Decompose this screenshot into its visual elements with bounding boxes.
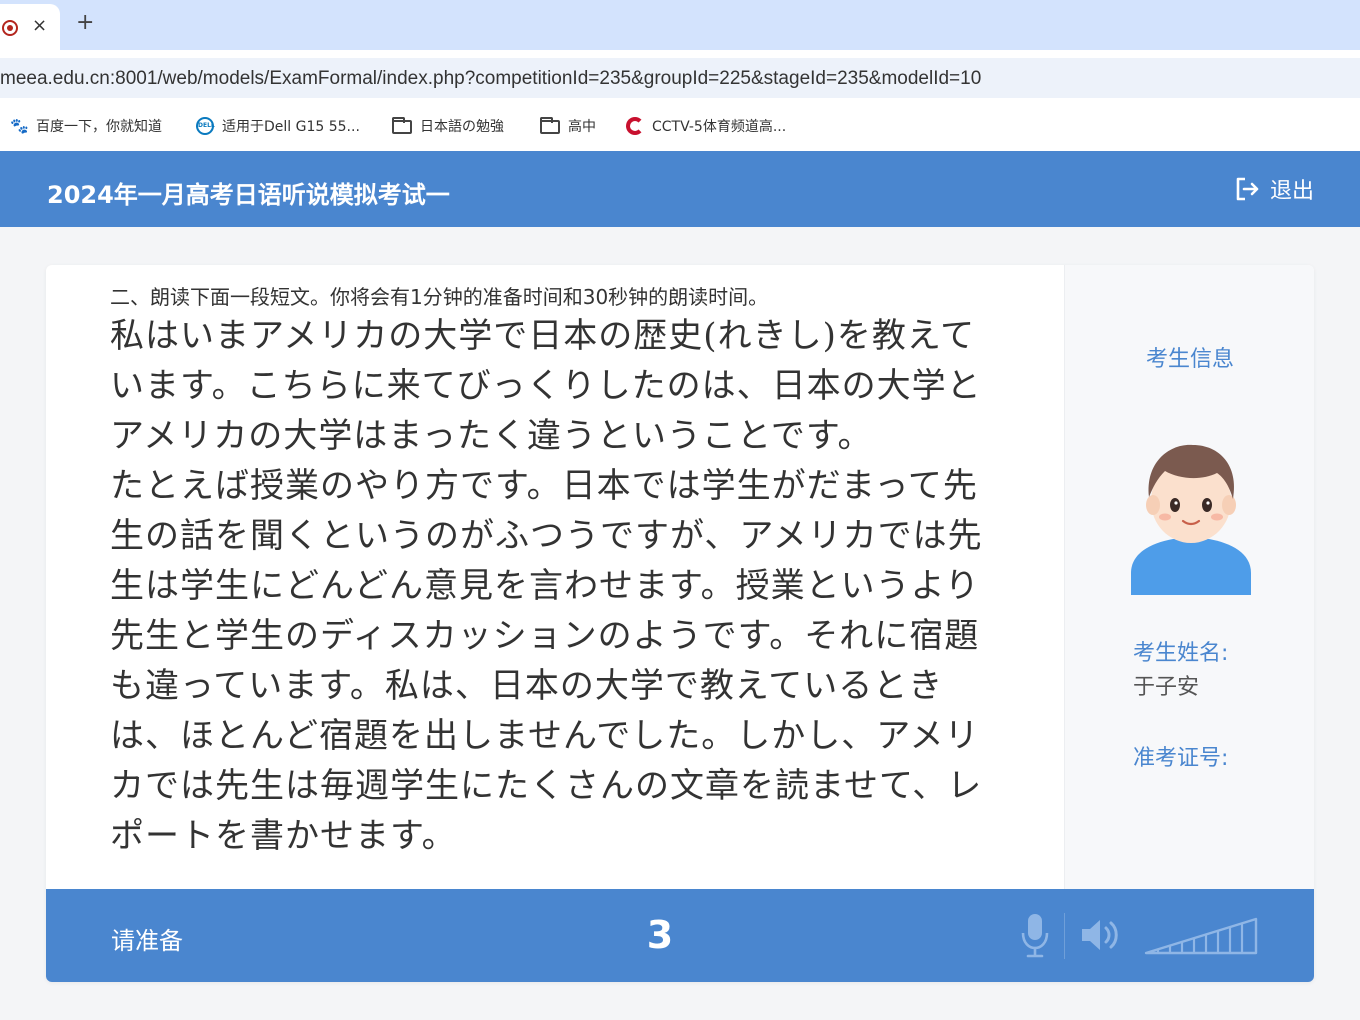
logout-button[interactable]: 退出 bbox=[1234, 173, 1314, 205]
exam-header: 2024年一月高考日语听说模拟考试一 退出 bbox=[0, 151, 1360, 227]
site-favicon-icon bbox=[2, 20, 18, 36]
folder-icon bbox=[540, 117, 560, 134]
bookmark-label: 高中 bbox=[568, 119, 596, 135]
exam-card: 二、朗读下面一段短文。你将会有1分钟的准备时间和30秒钟的朗读时间。 私はいまア… bbox=[46, 265, 1314, 982]
bookmark-cctv5[interactable]: CCTV-5体育频道高... bbox=[626, 116, 786, 136]
new-tab-button[interactable]: + bbox=[76, 12, 94, 34]
candidate-info-title: 考生信息 bbox=[1145, 347, 1234, 372]
browser-tab[interactable]: × bbox=[0, 4, 60, 50]
logout-label: 退出 bbox=[1269, 179, 1314, 204]
candidate-name-value: 于子安 bbox=[1133, 675, 1200, 700]
logout-icon bbox=[1236, 177, 1259, 201]
bookmark-baidu[interactable]: 🐾 百度一下，你就知道 bbox=[10, 116, 162, 136]
speaker-icon bbox=[1082, 920, 1118, 950]
avatar bbox=[1131, 444, 1251, 595]
question-instruction: 二、朗读下面一段短文。你将会有1分钟的准备时间和30秒钟的朗读时间。 bbox=[110, 285, 769, 309]
folder-icon bbox=[392, 117, 412, 134]
exam-title: 2024年一月高考日语听说模拟考试一 bbox=[47, 181, 450, 209]
candidate-name-label: 考生姓名: bbox=[1133, 641, 1229, 666]
icon-divider bbox=[1064, 913, 1065, 959]
bookmark-label: 日本語の勉強 bbox=[420, 119, 504, 135]
baidu-paw-icon: 🐾 bbox=[10, 117, 29, 135]
microphone-icon bbox=[1021, 914, 1049, 958]
bookmark-label: 适用于Dell G15 55... bbox=[222, 119, 360, 135]
bookmark-label: CCTV-5体育频道高... bbox=[652, 119, 787, 135]
bookmark-folder-highschool[interactable]: 高中 bbox=[540, 116, 596, 136]
url-text[interactable]: meea.edu.cn:8001/web/models/ExamFormal/i… bbox=[0, 68, 981, 90]
exam-id-label: 准考证号: bbox=[1133, 746, 1229, 771]
bookmark-label: 百度一下，你就知道 bbox=[36, 119, 162, 135]
bookmarks-bar: 🐾 百度一下，你就知道 DELL 适用于Dell G15 55... 日本語の勉… bbox=[0, 102, 1360, 151]
dell-icon: DELL bbox=[196, 117, 215, 135]
recording-status-bar: 请准备 3 bbox=[46, 889, 1314, 982]
passage-area: 二、朗读下面一段短文。你将会有1分钟的准备时间和30秒钟的朗读时间。 私はいまア… bbox=[46, 265, 1064, 889]
reading-passage: 私はいまアメリカの大学で日本の歴史(れきし)を教えています。こちらに来てびっくり… bbox=[110, 311, 990, 861]
tab-close-icon[interactable]: × bbox=[32, 15, 47, 36]
bookmark-dell[interactable]: DELL 适用于Dell G15 55... bbox=[196, 116, 360, 136]
address-bar[interactable]: meea.edu.cn:8001/web/models/ExamFormal/i… bbox=[0, 58, 1360, 98]
countdown-timer: 3 bbox=[646, 913, 674, 957]
address-bar-row: meea.edu.cn:8001/web/models/ExamFormal/i… bbox=[0, 50, 1360, 102]
volume-level-icon bbox=[1144, 917, 1258, 955]
cctv-icon bbox=[626, 117, 644, 135]
passage-text: 私はいまアメリカの大学で日本の歴史(れきし)を教えています。こちらに来てびっくり… bbox=[110, 316, 983, 856]
bookmark-folder-japanese[interactable]: 日本語の勉強 bbox=[392, 116, 504, 136]
candidate-info-panel: 考生信息 考生姓名: 于子安 准考证号: bbox=[1064, 265, 1314, 889]
browser-tab-strip: × + bbox=[0, 0, 1360, 50]
status-text: 请准备 bbox=[111, 927, 183, 955]
